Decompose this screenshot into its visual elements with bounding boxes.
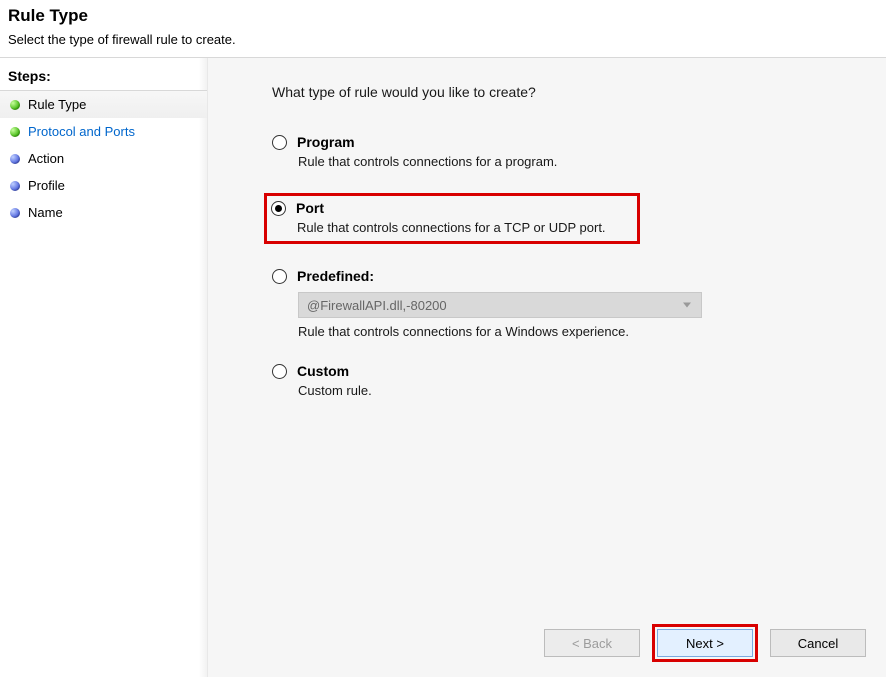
back-button: < Back	[544, 629, 640, 657]
radio-port[interactable]	[271, 201, 286, 216]
step-label: Protocol and Ports	[28, 124, 135, 139]
step-protocol-and-ports[interactable]: Protocol and Ports	[0, 118, 207, 145]
wizard-header: Rule Type Select the type of firewall ru…	[0, 0, 886, 57]
option-port: Port Rule that controls connections for …	[272, 193, 856, 244]
highlight-port: Port Rule that controls connections for …	[264, 193, 640, 244]
page-subtitle: Select the type of firewall rule to crea…	[8, 32, 878, 47]
option-custom-desc: Custom rule.	[298, 383, 856, 398]
cancel-button[interactable]: Cancel	[770, 629, 866, 657]
main-panel: What type of rule would you like to crea…	[208, 58, 886, 677]
option-program-desc: Rule that controls connections for a pro…	[298, 154, 856, 169]
option-predefined: Predefined: @FirewallAPI.dll,-80200 Rule…	[272, 268, 856, 339]
option-custom-title: Custom	[297, 363, 349, 379]
radio-predefined[interactable]	[272, 269, 287, 284]
steps-heading: Steps:	[0, 62, 207, 91]
steps-sidebar: Steps: Rule Type Protocol and Ports Acti…	[0, 58, 208, 677]
step-label: Rule Type	[28, 97, 86, 112]
option-port-desc: Rule that controls connections for a TCP…	[297, 220, 629, 235]
page-title: Rule Type	[8, 6, 878, 26]
radio-program[interactable]	[272, 135, 287, 150]
bullet-icon	[10, 181, 20, 191]
next-button[interactable]: Next >	[657, 629, 753, 657]
option-port-title: Port	[296, 200, 324, 216]
step-label: Profile	[28, 178, 65, 193]
step-label: Name	[28, 205, 63, 220]
predefined-selected-value: @FirewallAPI.dll,-80200	[307, 298, 447, 313]
step-rule-type[interactable]: Rule Type	[0, 91, 207, 118]
step-name[interactable]: Name	[0, 199, 207, 226]
option-predefined-desc: Rule that controls connections for a Win…	[298, 324, 856, 339]
bullet-icon	[10, 208, 20, 218]
step-profile[interactable]: Profile	[0, 172, 207, 199]
option-program-title: Program	[297, 134, 355, 150]
option-predefined-title: Predefined:	[297, 268, 374, 284]
highlight-next: Next >	[652, 624, 758, 662]
option-program: Program Rule that controls connections f…	[272, 134, 856, 169]
predefined-dropdown[interactable]: @FirewallAPI.dll,-80200	[298, 292, 702, 318]
bullet-icon	[10, 154, 20, 164]
wizard-buttons: < Back Next > Cancel	[544, 624, 866, 662]
step-label: Action	[28, 151, 64, 166]
radio-custom[interactable]	[272, 364, 287, 379]
bullet-icon	[10, 127, 20, 137]
wizard-body: Steps: Rule Type Protocol and Ports Acti…	[0, 57, 886, 677]
step-action[interactable]: Action	[0, 145, 207, 172]
question-text: What type of rule would you like to crea…	[272, 84, 856, 100]
bullet-icon	[10, 100, 20, 110]
option-custom: Custom Custom rule.	[272, 363, 856, 398]
